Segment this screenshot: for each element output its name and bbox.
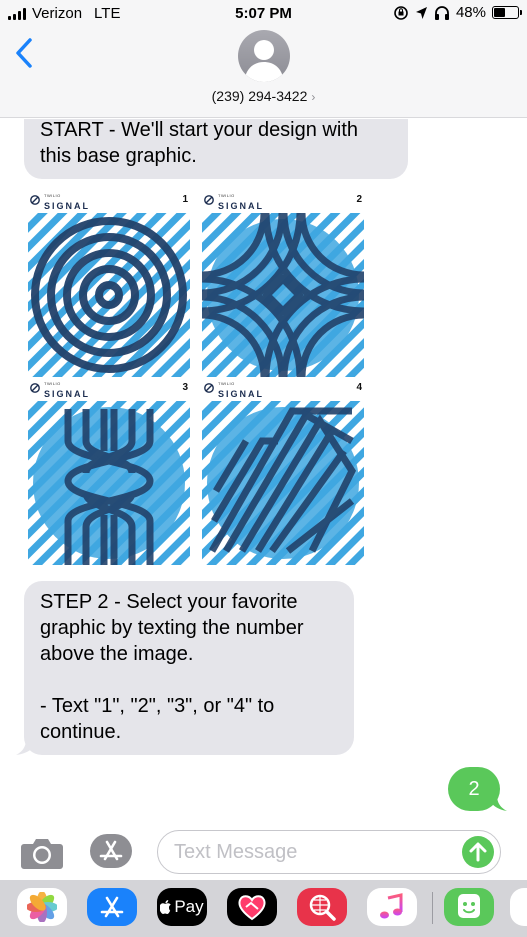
contact-number: (239) 294-3422: [211, 88, 308, 104]
photos-app[interactable]: [17, 888, 67, 926]
app-store-button[interactable]: [90, 834, 132, 868]
brand-small: TWILIO: [44, 193, 61, 198]
graphic-tile-1[interactable]: TWILIO SIGNAL 1: [28, 189, 190, 377]
arrow-up-icon: [469, 842, 487, 862]
more-apps-peek[interactable]: [510, 888, 527, 926]
contact-avatar[interactable]: [238, 30, 290, 82]
tile-number: 3: [182, 382, 188, 393]
graphic-tile-3[interactable]: TWILIO SIGNAL 3: [28, 377, 190, 565]
chevron-left-icon: [16, 38, 32, 68]
signal-logo-icon: [204, 383, 214, 393]
image-grid[interactable]: TWILIO SIGNAL 1 TWILIO SIGNAL 2 TWILIO S…: [28, 189, 366, 565]
app-store-app[interactable]: [87, 888, 137, 926]
brand-name: SIGNAL: [218, 389, 265, 399]
rotation-lock-icon: [394, 5, 408, 20]
tile-number: 4: [356, 382, 362, 393]
app-store-icon: [100, 896, 124, 918]
music-app[interactable]: [367, 888, 417, 926]
battery-percent: 48%: [455, 4, 486, 21]
tile-number: 2: [356, 194, 362, 205]
heart-stickers-app[interactable]: [227, 888, 277, 926]
graphic-tile-2[interactable]: TWILIO SIGNAL 2: [202, 189, 364, 377]
apple-pay-app[interactable]: Pay: [157, 888, 207, 926]
signal-logo-icon: [204, 195, 214, 205]
apple-logo-icon: [160, 900, 172, 914]
message-list[interactable]: START - We'll start your design with thi…: [0, 119, 527, 824]
music-note-icon: [380, 893, 403, 919]
message-input-placeholder: Text Message: [174, 841, 298, 863]
brand-name: SIGNAL: [44, 389, 91, 399]
bubble-tail: [16, 739, 36, 755]
sent-message[interactable]: 2: [448, 767, 507, 811]
brand-name: SIGNAL: [44, 201, 91, 211]
concentric-circles-graphic: [28, 213, 190, 377]
camera-button[interactable]: [20, 836, 64, 870]
received-message-step2[interactable]: STEP 2 - Select your favorite graphic by…: [16, 581, 354, 755]
sticker-app[interactable]: [444, 888, 494, 926]
diamond-arcs-graphic: [202, 213, 364, 377]
app-store-icon: [99, 840, 123, 861]
brand-small: TWILIO: [218, 381, 235, 386]
send-button[interactable]: [462, 836, 494, 868]
brand-small: TWILIO: [44, 381, 61, 386]
message-text: 2: [468, 778, 480, 800]
web-search-app[interactable]: [297, 888, 347, 926]
brand-small: TWILIO: [218, 193, 235, 198]
contact-name[interactable]: (239) 294-3422 ›: [0, 88, 527, 104]
angled-stripes-graphic: [202, 401, 364, 565]
compose-bar: Text Message: [0, 824, 527, 880]
camera-icon: [21, 839, 63, 869]
globe-search-icon: [309, 894, 336, 921]
message-text: START - We'll start your design with thi…: [40, 119, 358, 167]
drawer-divider: [432, 892, 433, 924]
apple-pay-label: Pay: [174, 897, 204, 916]
woven-loops-graphic: [28, 401, 190, 565]
back-button[interactable]: [12, 36, 38, 70]
location-icon: [415, 6, 427, 19]
brand-name: SIGNAL: [218, 201, 265, 211]
heart-icon: [238, 895, 266, 921]
received-message-start[interactable]: START - We'll start your design with thi…: [24, 119, 408, 179]
graphic-tile-4[interactable]: TWILIO SIGNAL 4: [202, 377, 364, 565]
tile-number: 1: [182, 194, 188, 205]
message-text: STEP 2 - Select your favorite graphic by…: [40, 591, 304, 743]
chevron-right-icon: ›: [311, 90, 316, 104]
person-icon: [244, 40, 284, 82]
bubble-tail: [489, 795, 507, 811]
photos-icon: [27, 892, 57, 922]
app-drawer: Pay: [0, 880, 527, 937]
message-input[interactable]: Text Message: [157, 830, 501, 874]
smiley-sticker-icon: [458, 894, 480, 918]
headphones-icon: [434, 6, 449, 20]
status-bar: Verizon LTE 5:07 PM 48%: [0, 0, 527, 28]
battery-icon: [492, 6, 522, 19]
signal-logo-icon: [30, 195, 40, 205]
signal-logo-icon: [30, 383, 40, 393]
